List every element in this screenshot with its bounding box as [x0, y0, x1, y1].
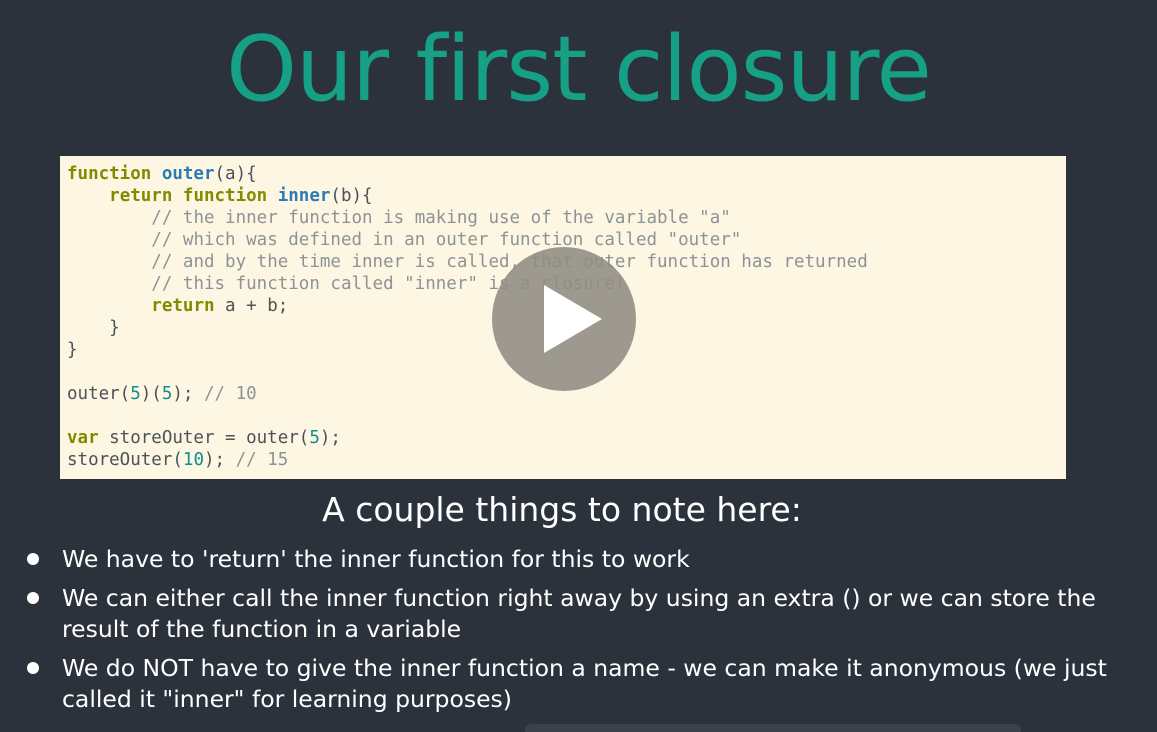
play-button[interactable]: [492, 247, 636, 391]
bullet-item: We have to 'return' the inner function f…: [24, 544, 1134, 575]
code-token: 5: [130, 384, 141, 404]
code-token: // 10: [204, 384, 257, 404]
slide-title: Our first closure: [226, 17, 932, 122]
code-token: )(: [140, 384, 162, 404]
code-token: // 15: [235, 450, 289, 470]
play-icon: [544, 285, 602, 353]
video-control-bar[interactable]: [525, 724, 1021, 732]
code-token: }: [67, 340, 78, 360]
bullet-dot-icon: [27, 592, 39, 604]
bullet-list: We have to 'return' the inner function f…: [24, 544, 1134, 723]
code-token: outer(: [67, 384, 131, 404]
code-token: // the inner function is making use of t…: [151, 208, 731, 228]
code-token: 5: [309, 428, 320, 448]
code-token: var: [67, 428, 99, 448]
code-token: storeOuter = outer(: [98, 428, 310, 448]
code-line: var storeOuter = outer(5);: [67, 427, 1066, 449]
code-token: // which was defined in an outer functio…: [151, 230, 742, 250]
code-line: return function inner(b){: [67, 185, 1066, 207]
code-token: (a){: [214, 164, 257, 184]
code-token: return: [151, 296, 215, 316]
bullet-item: We do NOT have to give the inner functio…: [24, 653, 1134, 715]
code-token: );: [319, 428, 341, 448]
code-line: function outer(a){: [67, 163, 1066, 185]
bullet-dot-icon: [27, 553, 39, 565]
code-line: storeOuter(10); // 15: [67, 449, 1066, 471]
code-token: inner: [277, 186, 331, 206]
bullet-text: We have to 'return' the inner function f…: [62, 545, 690, 573]
bullet-item: We can either call the inner function ri…: [24, 583, 1134, 645]
code-token: (b){: [330, 186, 373, 206]
code-token: );: [172, 384, 204, 404]
bullet-dot-icon: [27, 662, 39, 674]
code-token: return function: [109, 186, 278, 206]
code-line: // the inner function is making use of t…: [67, 207, 1066, 229]
code-token: // and by the time inner is called, that…: [151, 252, 868, 272]
code-token: a + b;: [214, 296, 289, 316]
code-token: outer: [161, 164, 215, 184]
code-token: function: [67, 164, 162, 184]
code-token: 10: [182, 450, 204, 470]
code-token: }: [67, 318, 120, 338]
code-token: );: [203, 450, 236, 470]
video-slide: Our first closure function outer(a){ ret…: [0, 0, 1157, 732]
bullet-text: We can either call the inner function ri…: [62, 584, 1096, 643]
code-token: storeOuter(: [67, 450, 183, 470]
code-token: 5: [161, 384, 173, 404]
slide-subtitle: A couple things to note here:: [322, 490, 802, 529]
bullet-text: We do NOT have to give the inner functio…: [62, 654, 1107, 713]
